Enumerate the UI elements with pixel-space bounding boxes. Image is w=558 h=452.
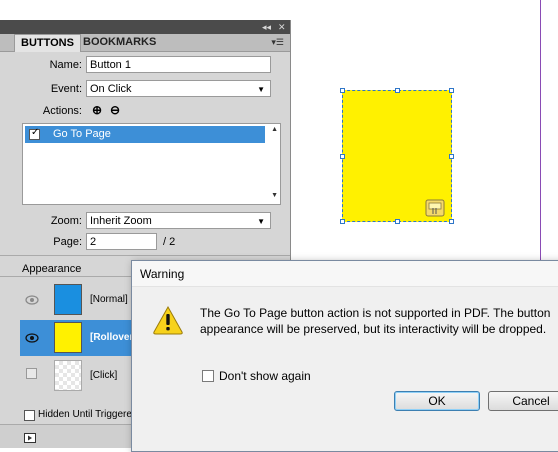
- tab-buttons[interactable]: BUTTONS: [14, 34, 81, 52]
- remove-action-icon[interactable]: ⊖: [110, 103, 120, 117]
- resize-handle[interactable]: [449, 219, 454, 224]
- event-label: Event:: [50, 83, 82, 95]
- resize-handle[interactable]: [340, 154, 345, 159]
- scroll-down-arrow-icon[interactable]: ▼: [271, 192, 278, 199]
- tab-bookmarks[interactable]: BOOKMARKS: [77, 34, 162, 51]
- hidden-until-triggered-label: Hidden Until Triggered: [38, 409, 138, 420]
- click-state-swatch: [54, 360, 82, 391]
- dialog-title: Warning: [140, 267, 185, 281]
- action-checkbox[interactable]: ✓: [29, 127, 40, 140]
- name-field[interactable]: Button 1: [86, 56, 271, 73]
- cancel-button[interactable]: Cancel: [488, 391, 558, 411]
- hidden-until-triggered-checkbox[interactable]: [24, 410, 35, 421]
- dialog-titlebar[interactable]: Warning: [132, 261, 558, 287]
- state-label: [Normal]: [90, 294, 128, 305]
- resize-handle[interactable]: [395, 88, 400, 93]
- action-item-label: Go To Page: [53, 128, 111, 140]
- panel-tab-strip: BUTTONS BOOKMARKS ▾☰: [0, 34, 290, 52]
- eye-icon[interactable]: [25, 293, 39, 307]
- event-dropdown[interactable]: On Click: [86, 80, 271, 98]
- dont-show-again-checkbox[interactable]: [202, 370, 214, 382]
- scroll-up-arrow-icon[interactable]: ▲: [271, 126, 278, 133]
- state-label: [Click]: [90, 370, 118, 381]
- resize-handle[interactable]: [395, 219, 400, 224]
- divider: [0, 255, 290, 256]
- resize-handle[interactable]: [340, 219, 345, 224]
- eye-icon[interactable]: [25, 331, 39, 345]
- zoom-label: Zoom:: [50, 215, 82, 227]
- panel-menu-icon[interactable]: ▾☰: [271, 34, 284, 51]
- button-object-icon: [425, 199, 445, 217]
- resize-handle[interactable]: [340, 88, 345, 93]
- warning-dialog: Warning The Go To Page button action is …: [131, 260, 558, 452]
- rollover-state-swatch: [54, 322, 82, 353]
- normal-state-swatch: [54, 284, 82, 315]
- event-value: On Click: [90, 83, 132, 95]
- collapse-icon[interactable]: ◂◂: [262, 20, 271, 34]
- panel-titlebar: ◂◂ ✕: [0, 20, 290, 34]
- name-label: Name:: [49, 59, 82, 71]
- zoom-value: Inherit Zoom: [90, 215, 152, 227]
- appearance-title: Appearance: [22, 263, 82, 275]
- canvas-button-object[interactable]: [342, 90, 452, 222]
- page-number-field[interactable]: 2: [86, 233, 157, 250]
- ok-button[interactable]: OK: [394, 391, 480, 411]
- dont-show-again-label: Don't show again: [219, 369, 311, 383]
- dialog-message: The Go To Page button action is not supp…: [200, 306, 551, 336]
- state-label: [Rollover]: [90, 332, 137, 343]
- actions-label: Actions:: [42, 105, 82, 117]
- page-total: / 2: [163, 236, 176, 248]
- actions-list[interactable]: ✓ Go To Page ▲ ▼: [22, 123, 281, 205]
- resize-handle[interactable]: [449, 154, 454, 159]
- visibility-toggle[interactable]: [26, 368, 37, 379]
- warning-icon: [153, 305, 183, 335]
- page-label: Page:: [53, 236, 82, 248]
- close-icon[interactable]: ✕: [278, 20, 286, 34]
- zoom-dropdown[interactable]: Inherit Zoom: [86, 212, 271, 230]
- preview-icon[interactable]: [24, 433, 36, 443]
- add-action-icon[interactable]: ⊕: [92, 103, 102, 117]
- action-item[interactable]: ✓ Go To Page: [25, 126, 265, 143]
- resize-handle[interactable]: [449, 88, 454, 93]
